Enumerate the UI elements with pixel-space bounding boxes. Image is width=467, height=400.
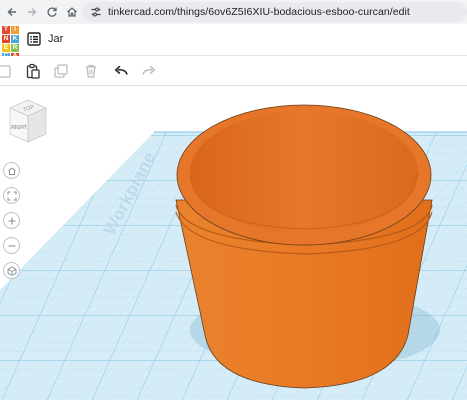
logo-letter: E bbox=[2, 43, 10, 52]
workplane-scene[interactable] bbox=[0, 87, 467, 400]
orthographic-toggle-button[interactable] bbox=[3, 262, 20, 279]
zoom-in-icon bbox=[8, 217, 15, 224]
fit-view-button[interactable] bbox=[3, 187, 20, 204]
new-shape-icon[interactable] bbox=[0, 63, 12, 79]
delete-icon[interactable] bbox=[83, 63, 99, 79]
home-icon[interactable] bbox=[62, 2, 82, 22]
site-settings-icon[interactable] bbox=[87, 6, 105, 18]
edit-toolbar bbox=[0, 56, 467, 86]
logo-letter: K bbox=[11, 34, 19, 43]
app-header: TINKERCAD Jar bbox=[0, 24, 467, 67]
back-icon[interactable] bbox=[2, 2, 22, 22]
view-cube[interactable]: TOP RIGHT bbox=[4, 98, 50, 148]
design-title[interactable]: Jar bbox=[48, 33, 63, 45]
3d-viewport[interactable]: Workplane bbox=[0, 87, 467, 400]
perspective-cube-icon bbox=[7, 265, 16, 276]
design-list-icon[interactable] bbox=[27, 32, 41, 46]
zoom-in-button[interactable] bbox=[3, 212, 20, 229]
redo-icon[interactable] bbox=[141, 63, 157, 79]
zoom-out-icon bbox=[8, 244, 15, 247]
logo-letter: T bbox=[2, 26, 10, 34]
forward-icon[interactable] bbox=[22, 2, 42, 22]
tinkercad-logo[interactable]: TINKERCAD bbox=[2, 26, 19, 67]
home-view-button[interactable] bbox=[3, 162, 20, 179]
url-text: tinkercad.com/things/6ov6Z5I6XIU-bodacio… bbox=[108, 6, 410, 18]
logo-letter: I bbox=[11, 26, 19, 34]
logo-letter: N bbox=[2, 34, 10, 43]
reload-icon[interactable] bbox=[42, 2, 62, 22]
viewcube-right-label[interactable]: RIGHT bbox=[11, 125, 27, 131]
browser-bar: tinkercad.com/things/6ov6Z5I6XIU-bodacio… bbox=[0, 0, 467, 24]
undo-icon[interactable] bbox=[113, 63, 129, 79]
logo-letter: R bbox=[11, 43, 19, 52]
home-view-icon bbox=[7, 166, 16, 175]
paste-icon[interactable] bbox=[25, 63, 41, 79]
duplicate-icon[interactable] bbox=[53, 63, 69, 79]
fit-view-icon bbox=[7, 191, 16, 200]
address-bar[interactable]: tinkercad.com/things/6ov6Z5I6XIU-bodacio… bbox=[82, 2, 467, 22]
zoom-out-button[interactable] bbox=[3, 237, 20, 254]
